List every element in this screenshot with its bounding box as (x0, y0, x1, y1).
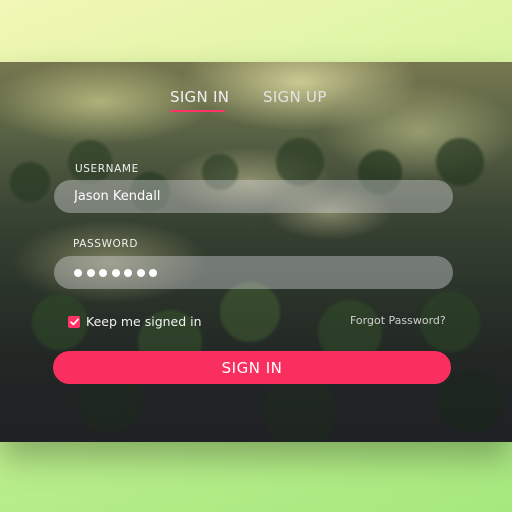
password-mask-dot (124, 268, 132, 277)
keep-signed-in-checkbox[interactable] (68, 315, 80, 328)
password-mask-dot (99, 268, 107, 277)
login-card: SIGN IN SIGN UP USERNAME PASSWORD Keep m… (0, 62, 512, 442)
password-field[interactable] (54, 256, 453, 289)
username-label: USERNAME (75, 163, 139, 175)
checkmark-icon (69, 318, 79, 325)
password-mask-dot (74, 268, 82, 277)
keep-signed-in-option[interactable]: Keep me signed in (68, 314, 202, 329)
sign-in-button[interactable]: SIGN IN (53, 351, 451, 384)
keep-signed-in-label: Keep me signed in (86, 314, 202, 329)
tab-sign-up[interactable]: SIGN UP (263, 88, 327, 106)
auth-tabs: SIGN IN SIGN UP (0, 88, 512, 118)
password-mask-dot (86, 268, 95, 277)
username-field[interactable] (54, 180, 453, 213)
background-shade (0, 62, 512, 442)
password-mask-dot (136, 268, 145, 277)
password-mask-dot (149, 268, 157, 277)
forgot-password-link[interactable]: Forgot Password? (350, 314, 446, 327)
tab-sign-in[interactable]: SIGN IN (170, 88, 229, 106)
password-mask-dot (111, 268, 120, 277)
active-tab-indicator (170, 110, 225, 112)
password-label: PASSWORD (73, 238, 139, 250)
